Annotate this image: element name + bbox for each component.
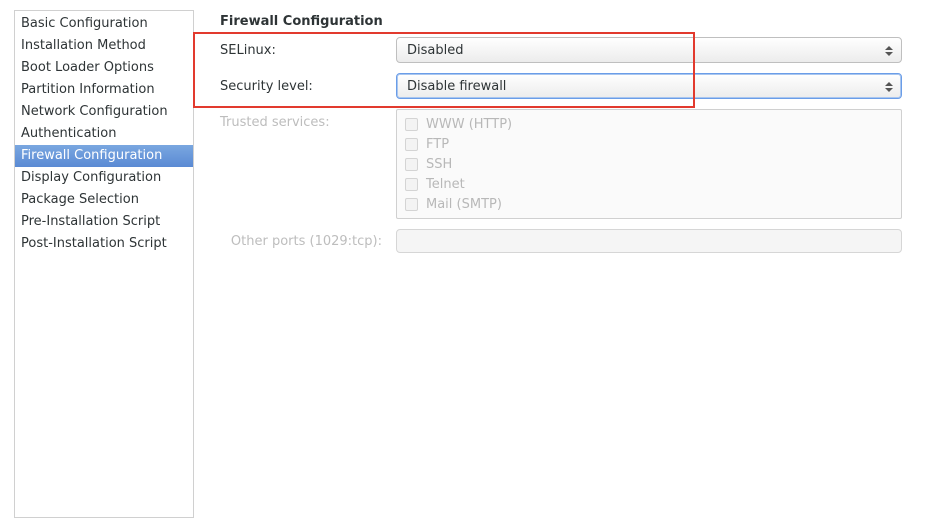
trusted-service-label: WWW (HTTP): [426, 117, 512, 132]
sidebar: Basic ConfigurationInstallation MethodBo…: [14, 10, 194, 518]
form-grid: SELinux: Disabled Security level: Disabl…: [218, 37, 902, 253]
selinux-label: SELinux:: [218, 43, 388, 58]
sidebar-item[interactable]: Network Configuration: [15, 101, 193, 123]
security-level-value: Disable firewall: [407, 79, 506, 94]
trusted-service-label: SSH: [426, 157, 452, 172]
sidebar-item[interactable]: Package Selection: [15, 189, 193, 211]
selinux-combo[interactable]: Disabled: [396, 37, 902, 63]
trusted-service-row: FTP: [405, 134, 893, 154]
checkbox[interactable]: [405, 138, 418, 151]
sidebar-item[interactable]: Display Configuration: [15, 167, 193, 189]
trusted-services-panel: WWW (HTTP) FTP SSH Telnet Mail (SMTP): [396, 109, 902, 219]
trusted-service-label: FTP: [426, 137, 449, 152]
updown-icon: [881, 77, 897, 97]
sidebar-item[interactable]: Partition Information: [15, 79, 193, 101]
trusted-service-label: Telnet: [426, 177, 465, 192]
checkbox[interactable]: [405, 178, 418, 191]
sidebar-item[interactable]: Boot Loader Options: [15, 57, 193, 79]
trusted-service-row: Telnet: [405, 174, 893, 194]
sidebar-item[interactable]: Installation Method: [15, 35, 193, 57]
trusted-service-row: WWW (HTTP): [405, 114, 893, 134]
main-content: Firewall Configuration SELinux: Disabled…: [194, 0, 926, 528]
sidebar-item[interactable]: Post-Installation Script: [15, 233, 193, 255]
app-root: Basic ConfigurationInstallation MethodBo…: [0, 0, 926, 528]
sidebar-item[interactable]: Firewall Configuration: [15, 145, 193, 167]
page-title: Firewall Configuration: [220, 14, 902, 29]
other-ports-input[interactable]: [396, 229, 902, 253]
trusted-service-row: SSH: [405, 154, 893, 174]
other-ports-label: Other ports (1029:tcp):: [218, 234, 388, 249]
sidebar-item[interactable]: Pre-Installation Script: [15, 211, 193, 233]
updown-icon: [881, 41, 897, 61]
sidebar-item[interactable]: Basic Configuration: [15, 13, 193, 35]
trusted-service-row: Mail (SMTP): [405, 194, 893, 214]
security-level-label: Security level:: [218, 79, 388, 94]
trusted-service-label: Mail (SMTP): [426, 197, 502, 212]
trusted-services-label: Trusted services:: [218, 109, 388, 130]
checkbox[interactable]: [405, 198, 418, 211]
sidebar-item[interactable]: Authentication: [15, 123, 193, 145]
checkbox[interactable]: [405, 118, 418, 131]
checkbox[interactable]: [405, 158, 418, 171]
selinux-value: Disabled: [407, 43, 463, 58]
security-level-combo[interactable]: Disable firewall: [396, 73, 902, 99]
